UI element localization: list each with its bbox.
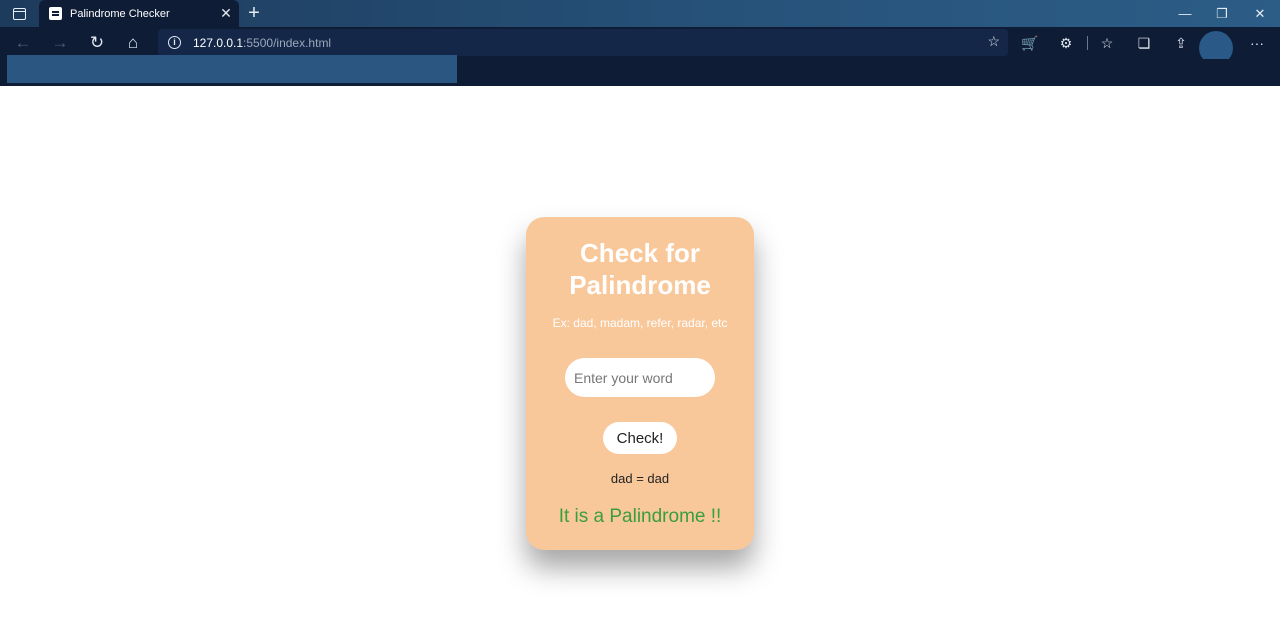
close-window-button[interactable]: ✕ [1241,0,1279,27]
tab-actions-button[interactable] [0,0,38,27]
result-text: It is a Palindrome !! [558,506,722,527]
address-bar[interactable]: i 127.0.0.1 :5500/index.html ☆ [158,29,1008,56]
tab-actions-icon [12,7,26,20]
add-favorite-icon[interactable]: ☆ [987,33,1000,50]
palindrome-card: Check for Palindrome Ex: dad, madam, ref… [526,217,754,550]
tab-close-icon[interactable]: ✕ [217,5,235,22]
share-icon[interactable]: ⇪ [1166,27,1196,59]
example-hint: Ex: dad, madam, refer, radar, etc [552,316,728,330]
card-title: Check for Palindrome [569,238,711,300]
favorites-bar-item[interactable] [7,55,457,83]
url-host: 127.0.0.1 [193,35,244,50]
tab-title: Palindrome Checker [70,7,170,20]
browser-tab[interactable]: Palindrome Checker ✕ [39,0,239,27]
url-path: :5500/index.html [243,35,332,50]
word-input[interactable] [565,358,715,397]
favorites-icon[interactable]: ☆ [1092,27,1122,59]
toolbar-divider [1087,36,1088,50]
shopping-icon[interactable]: 🛒 [1015,27,1045,59]
more-menu-icon[interactable]: ··· [1242,27,1272,59]
extensions-icon[interactable]: ⚙ [1051,27,1081,59]
comparison-text: dad = dad [610,471,670,486]
check-button[interactable]: Check! [603,422,677,454]
page-favicon-icon [49,7,62,20]
page-content: Check for Palindrome Ex: dad, madam, ref… [0,86,1280,640]
collections-icon[interactable]: ❏ [1129,27,1159,59]
minimize-button[interactable]: — [1166,0,1204,27]
new-tab-button[interactable]: + [243,2,265,24]
site-info-icon[interactable]: i [168,36,181,49]
restore-button[interactable]: ❐ [1203,0,1241,27]
title-bar: Palindrome Checker ✕ + — ❐ ✕ [0,0,1280,27]
